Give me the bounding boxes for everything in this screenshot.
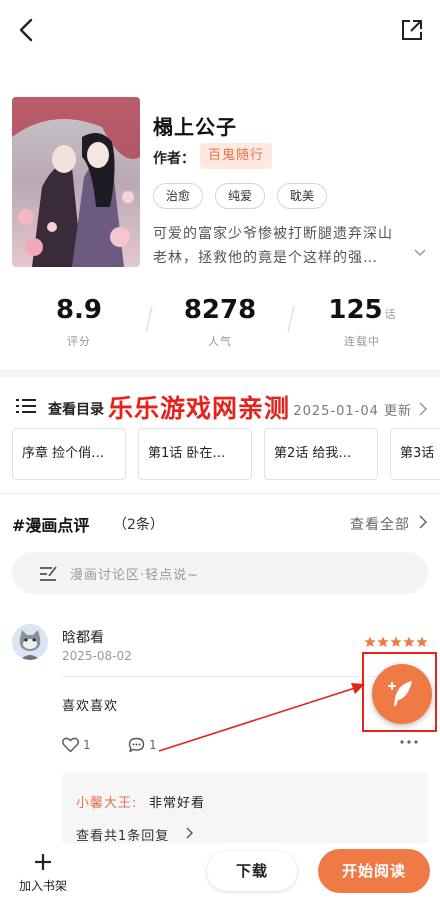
- comment-placeholder: 漫画讨论区·轻点说~: [70, 568, 200, 583]
- stat-chapters: 125 话 连载中: [302, 295, 422, 349]
- author-name-badge[interactable]: 百鬼随行: [200, 143, 273, 169]
- star-icon: [364, 636, 376, 647]
- like-count: 1: [83, 737, 91, 752]
- chapter-item[interactable]: 第2话 给我…: [264, 428, 378, 480]
- description-line: 老林，拯救他的竟是个这样的强…: [153, 250, 378, 266]
- stat-value: 8.9: [55, 295, 103, 325]
- comment-input[interactable]: 漫画讨论区·轻点说~: [12, 552, 428, 594]
- reply-count: 1: [149, 737, 157, 752]
- plus-icon: [35, 854, 51, 870]
- toc-label: 查看目录: [48, 402, 104, 418]
- stat-label: 连载中: [344, 335, 380, 348]
- stat-popularity: 8278 人气: [160, 295, 280, 349]
- star-icon: [403, 636, 415, 647]
- stat-separator: [287, 305, 295, 333]
- view-all-link[interactable]: 查看全部: [350, 514, 410, 534]
- stat-value: 125: [328, 295, 383, 325]
- write-comment-fab[interactable]: [372, 664, 432, 724]
- feather-pen-icon: [388, 681, 412, 706]
- author-label: 作者：: [153, 151, 195, 167]
- section-divider: [0, 369, 440, 377]
- stat-separator: [145, 305, 153, 333]
- comment-bubble-icon: [128, 737, 145, 752]
- avatar[interactable]: [12, 624, 48, 660]
- stat-value: 8278: [183, 295, 257, 325]
- stat-label: 评分: [67, 335, 91, 348]
- comment-date: 2025-08-02: [62, 649, 132, 663]
- chapter-list: 序章 捡个俏… 第1话 卧在… 第2话 给我… 第3话: [12, 428, 440, 480]
- add-to-shelf-button[interactable]: 加入书架: [8, 851, 78, 899]
- add-to-shelf-label: 加入书架: [18, 879, 67, 893]
- comment-text: 喜欢喜欢: [62, 699, 119, 714]
- tag-list: 治愈 纯爱 耽美: [153, 183, 328, 209]
- tag-item[interactable]: 治愈: [153, 183, 204, 209]
- annotation-arrow: [158, 683, 365, 752]
- reviews-count: （2条）: [113, 517, 164, 533]
- divider: [0, 493, 440, 494]
- view-replies-link[interactable]: 查看共1条回复: [76, 825, 169, 844]
- chapter-item[interactable]: 第1话 卧在…: [138, 428, 252, 480]
- stats-row: 8.9 评分 8278 人气 125 话 连载中: [0, 295, 440, 355]
- book-cover: [12, 97, 140, 267]
- chevron-right-icon: [186, 827, 193, 839]
- start-reading-button[interactable]: 开始阅读: [318, 849, 430, 893]
- reviews-header: #漫画点评 （2条） 查看全部: [0, 510, 440, 535]
- reply-author[interactable]: 小馨大王:: [76, 792, 137, 811]
- reviews-title: #漫画点评: [12, 516, 90, 535]
- chapter-item[interactable]: 序章 捡个俏…: [12, 428, 126, 480]
- stat-unit: 话: [384, 308, 396, 321]
- tag-item[interactable]: 耽美: [277, 183, 328, 209]
- chevron-right-icon: [419, 402, 428, 416]
- stat-label: 人气: [208, 335, 232, 348]
- star-icon: [390, 636, 402, 647]
- star-icon: [377, 636, 389, 647]
- comment-username[interactable]: 晗都看: [62, 627, 104, 647]
- reply-button[interactable]: 1: [128, 734, 157, 752]
- like-button[interactable]: 1: [62, 734, 91, 752]
- description-line: 可爱的富家少爷惨被打断腿遗弃深山: [153, 226, 393, 242]
- reply-preview[interactable]: 小馨大王: 非常好看 查看共1条回复: [62, 773, 428, 845]
- toc-update-date: 2025-01-04 更新: [293, 404, 412, 419]
- watermark-text: 乐乐游戏网亲测: [108, 394, 291, 423]
- chevron-down-icon[interactable]: [414, 248, 426, 258]
- share-external-icon[interactable]: [400, 18, 424, 42]
- divider: [62, 676, 428, 677]
- star-icon: [416, 636, 428, 647]
- more-dots-icon[interactable]: [400, 740, 418, 744]
- reply-text: 非常好看: [149, 796, 206, 811]
- list-icon: [16, 399, 36, 413]
- download-button[interactable]: 下载: [207, 851, 297, 891]
- heart-icon: [62, 737, 79, 752]
- chevron-left-icon[interactable]: [14, 16, 40, 44]
- rating-stars: [364, 636, 428, 648]
- book-description[interactable]: 可爱的富家少爷惨被打断腿遗弃深山 老林，拯救他的竟是个这样的强…: [153, 222, 428, 270]
- book-title: 榻上公子: [153, 115, 237, 139]
- top-bar: [0, 0, 440, 60]
- chapter-item[interactable]: 第3话: [390, 428, 440, 480]
- bottom-action-bar: 加入书架 下载 开始阅读: [0, 843, 440, 905]
- tag-item[interactable]: 纯爱: [215, 183, 266, 209]
- edit-lines-icon: [40, 566, 57, 581]
- chevron-right-icon[interactable]: [418, 515, 428, 529]
- stat-rating: 8.9 评分: [19, 295, 139, 349]
